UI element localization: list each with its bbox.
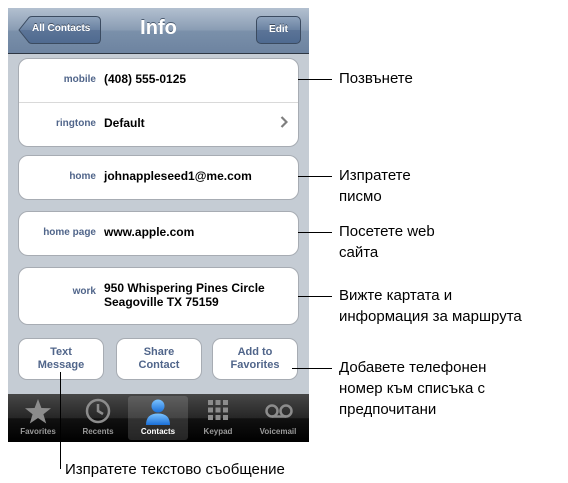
email-value: johnappleseed1@me.com: [104, 169, 252, 183]
mobile-label: mobile: [63, 74, 96, 85]
person-icon: [146, 399, 170, 425]
homepage-value: www.apple.com: [104, 225, 195, 239]
text-message-label-1: Text: [50, 346, 72, 358]
address-line-1: 950 Whispering Pines Circle: [104, 281, 265, 295]
keypad-icon: [208, 400, 228, 420]
chevron-right-icon: [280, 116, 288, 128]
callout-favorites: Добавете телефонен номер към списъка с п…: [339, 357, 486, 420]
callout-web-line-2: сайта: [339, 244, 379, 261]
ringtone-value: Default: [104, 116, 145, 130]
add-favorites-label-2: Favorites: [230, 359, 280, 371]
callout-favorites-line-1: Добавете телефонен: [339, 359, 487, 376]
homepage-label: home page: [43, 227, 96, 238]
address-value: 950 Whispering Pines Circle Seagoville T…: [104, 281, 265, 309]
tab-keypad[interactable]: Keypad: [188, 394, 248, 442]
clock-icon: [85, 398, 111, 424]
add-favorites-label-1: Add to: [237, 346, 273, 358]
navigation-bar: All Contacts Info Edit: [8, 8, 309, 54]
tab-favorites[interactable]: Favorites: [8, 394, 68, 442]
tab-recents[interactable]: Recents: [68, 394, 128, 442]
callout-map: Вижте картата и информация за маршрута: [339, 285, 522, 327]
tab-label-favorites: Favorites: [20, 427, 56, 436]
callout-line-call: [298, 79, 332, 80]
email-group: home johnappleseed1@me.com: [18, 155, 299, 200]
callout-favorites-line-3: предпочитани: [339, 401, 437, 418]
callout-favorites-line-2: номер към списъка с: [339, 380, 485, 397]
callout-email-line-1: Изпратете: [339, 167, 411, 184]
share-contact-label-1: Share: [143, 346, 175, 358]
tab-label-keypad: Keypad: [203, 427, 233, 436]
callout-call: Позвънете: [339, 70, 413, 87]
address-row[interactable]: work 950 Whispering Pines Circle Seagovi…: [19, 268, 298, 324]
ringtone-row[interactable]: ringtone Default: [19, 102, 298, 146]
homepage-row[interactable]: home page www.apple.com: [19, 212, 298, 255]
callout-map-line-2: информация за маршрута: [339, 308, 522, 325]
callout-map-line-1: Вижте картата и: [339, 287, 453, 304]
share-contact-label-2: Contact: [138, 359, 180, 371]
mobile-value: (408) 555-0125: [104, 72, 187, 86]
add-to-favorites-button[interactable]: Add to Favorites: [212, 338, 298, 380]
tab-contacts[interactable]: Contacts: [128, 396, 188, 440]
address-line-2: Seagoville TX 75159: [104, 295, 219, 309]
callout-line-map: [298, 296, 332, 297]
voicemail-icon: [265, 404, 293, 418]
callout-text-message: Изпратете текстово съобщение: [65, 461, 285, 478]
address-group: work 950 Whispering Pines Circle Seagovi…: [18, 267, 299, 325]
text-message-label-2: Message: [37, 359, 85, 371]
callout-line-web: [298, 232, 332, 233]
callout-line-text-vertical: [60, 372, 61, 469]
address-label: work: [72, 286, 96, 297]
tab-label-recents: Recents: [82, 427, 114, 436]
mobile-row[interactable]: mobile (408) 555-0125: [19, 59, 298, 102]
tab-label-contacts: Contacts: [140, 427, 176, 436]
phone-screen: All Contacts Info Edit mobile (408) 555-…: [8, 8, 309, 442]
ringtone-label: ringtone: [56, 118, 96, 129]
text-message-button[interactable]: Text Message: [18, 338, 104, 380]
email-row[interactable]: home johnappleseed1@me.com: [19, 156, 298, 199]
callout-email-line-2: писмо: [339, 188, 382, 205]
homepage-group: home page www.apple.com: [18, 211, 299, 256]
tab-bar: Favorites Recents Contacts Keypad Voicem…: [8, 394, 309, 442]
callout-line-email: [298, 176, 332, 177]
callout-line-favorites: [292, 368, 332, 369]
callout-email: Изпратете писмо: [339, 165, 411, 207]
callout-web: Посетете web сайта: [339, 221, 435, 263]
email-label: home: [69, 171, 96, 182]
phone-group: mobile (408) 555-0125 ringtone Default: [18, 58, 299, 147]
share-contact-button[interactable]: Share Contact: [116, 338, 202, 380]
callout-web-line-1: Посетете web: [339, 223, 435, 240]
tab-label-voicemail: Voicemail: [259, 427, 297, 436]
star-icon: [25, 399, 51, 424]
tab-voicemail[interactable]: Voicemail: [248, 394, 308, 442]
edit-button[interactable]: Edit: [256, 16, 301, 44]
